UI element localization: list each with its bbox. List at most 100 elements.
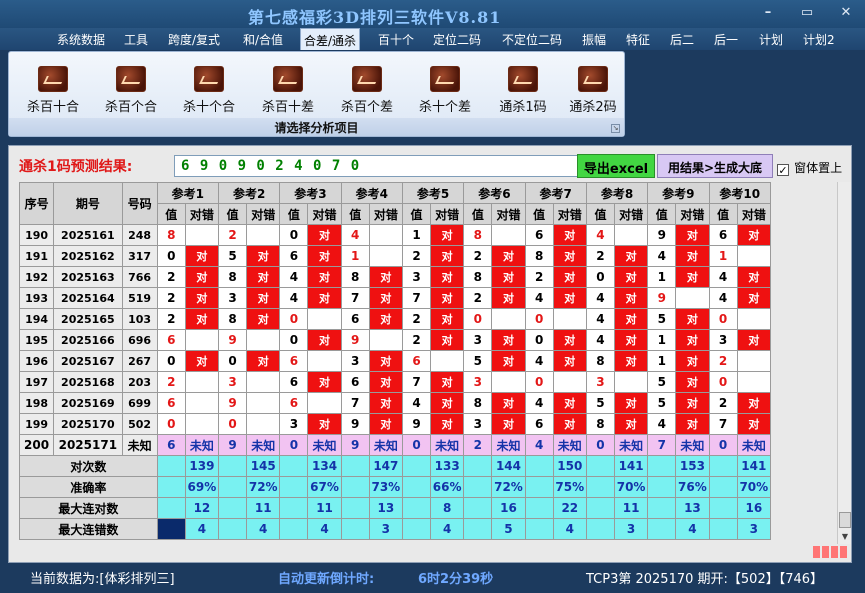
stat-value: 5 (491, 518, 526, 540)
hit-cell: 对 (614, 308, 649, 330)
value-cell: 2 (401, 329, 432, 351)
menu-item[interactable]: 定位二码 (433, 31, 481, 48)
menu-item[interactable]: 和/合值 (243, 31, 283, 48)
value-cell: 3 (217, 371, 248, 393)
stat-value: 4 (430, 518, 465, 540)
menu-item[interactable]: 跨度/复式 (168, 31, 220, 48)
ribbon-button[interactable]: 通杀1码 (487, 66, 559, 115)
hit-cell (552, 308, 587, 330)
hit-cell: 对 (430, 413, 465, 435)
ribbon-button[interactable]: 杀百十差 (252, 66, 324, 115)
maximize-icon[interactable]: ▭ (797, 5, 817, 20)
value-cell: 5 (647, 308, 677, 330)
ribbon-launcher-icon[interactable]: ↘ (611, 124, 620, 133)
menu-item[interactable]: 系统数据 (57, 31, 105, 48)
table-row[interactable]: 195 2025166 696 6 9 0 对 9 2 对 3 对 0 对 4 对 1 对 3 对 (18, 329, 772, 351)
table-row[interactable]: 193 2025164 519 2 对 3 对 4 对 7 对 7 对 2 对 4 对 4 对 9 4 对 (18, 287, 772, 309)
hit-subheader: 对错 (675, 203, 710, 225)
minimize-icon[interactable]: – (758, 5, 778, 20)
stat-value: 133 (430, 455, 465, 477)
ref-header: 参考8 (585, 182, 649, 204)
menu-item[interactable]: 合差/通杀 (300, 28, 361, 50)
stat-spacer (647, 455, 677, 477)
ribbon-button[interactable]: 杀十个合 (173, 66, 245, 115)
value-cell: 0 (217, 350, 248, 372)
unknown-cell: 未知 (675, 434, 710, 456)
stat-value: 141 (736, 455, 772, 477)
table-row[interactable]: 191 2025162 317 0 对 5 对 6 对 1 2 对 2 对 8 对 2 对 4 对 1 (18, 245, 772, 267)
hit-subheader: 对错 (736, 203, 772, 225)
latest-draw-text: TCP3第 2025170 期开:【502】【746】 (586, 572, 824, 587)
scroll-down-icon[interactable]: ▼ (838, 530, 852, 544)
stat-label: 对次数 (19, 455, 158, 477)
table-row[interactable]: 197 2025168 203 2 3 6 对 6 对 7 对 3 0 3 5 对 0 (18, 371, 772, 393)
menu-item[interactable]: 后二 (670, 31, 694, 48)
ribbon-button[interactable]: 杀百个合 (95, 66, 167, 115)
value-cell: 0 (156, 350, 186, 372)
close-icon[interactable]: ✕ (836, 5, 856, 20)
hit-subheader: 对错 (184, 203, 220, 225)
hit-cell: 对 (184, 308, 220, 330)
row-period: 2025161 (53, 224, 123, 246)
checkbox-icon[interactable]: ✓ (777, 164, 789, 176)
unknown-cell: 未知 (614, 434, 649, 456)
value-cell: 9 (217, 392, 248, 414)
ontop-checkbox[interactable]: ✓ 窗体置上 (777, 157, 842, 176)
stat-value: 16 (491, 497, 526, 519)
ribbon-button[interactable]: 通杀2码 (557, 66, 629, 115)
value-cell: 6 (279, 371, 309, 393)
value-cell: 0 (708, 308, 738, 330)
generate-base-button[interactable]: 用结果>生成大底 (657, 154, 773, 178)
value-cell: 3 (463, 413, 493, 435)
row-period: 2025170 (53, 413, 123, 435)
hit-cell (736, 350, 772, 372)
hit-cell: 对 (552, 413, 587, 435)
value-cell: 4 (279, 266, 309, 288)
hit-cell: 对 (307, 413, 342, 435)
unknown-cell: 未知 (552, 434, 587, 456)
stat-value: 145 (246, 455, 281, 477)
ribbon-button[interactable]: 杀十个差 (409, 66, 481, 115)
menu-bar: 系统数据 工具 跨度/复式 和/合值 合差/通杀 百十个 定位二码 不定位二码 振幅 特征 后二 后一… (0, 28, 865, 50)
table-row[interactable]: 190 2025161 248 8 2 0 对 4 1 对 8 6 对 4 9 对 6 对 (18, 224, 772, 246)
value-cell: 7 (401, 371, 432, 393)
stat-value: 134 (307, 455, 342, 477)
unknown-cell: 未知 (368, 434, 403, 456)
menu-item[interactable]: 工具 (124, 31, 148, 48)
menu-item[interactable]: 特征 (626, 31, 650, 48)
hit-cell: 对 (736, 329, 772, 351)
menu-item[interactable]: 后一 (714, 31, 738, 48)
table-row[interactable]: 199 2025170 502 0 0 3 对 9 对 9 对 3 对 6 对 8 对 4 对 7 对 (18, 413, 772, 435)
ribbon-button-label: 杀百十合 (26, 100, 79, 115)
value-cell: 3 (217, 287, 248, 309)
vertical-scrollbar[interactable]: ▼ (837, 182, 851, 544)
table-row[interactable]: 196 2025167 267 0 对 0 对 6 3 对 6 5 对 4 对 8 对 1 对 2 (18, 350, 772, 372)
hit-cell: 对 (614, 245, 649, 267)
ribbon-button[interactable]: 杀百十合 (17, 66, 89, 115)
hit-cell: 对 (736, 392, 772, 414)
row-number: 317 (121, 245, 158, 267)
hit-cell: 对 (736, 413, 772, 435)
prediction-value-field[interactable]: 6 9 0 9 0 2 4 0 7 0 (174, 155, 581, 177)
hit-cell: 对 (675, 392, 710, 414)
menu-item[interactable]: 计划 (759, 31, 783, 48)
table-row[interactable]: 198 2025169 699 6 9 6 7 对 4 对 8 对 4 对 5 对 5 对 2 对 (18, 392, 772, 414)
menu-item[interactable]: 振幅 (582, 31, 606, 48)
hit-cell: 对 (430, 287, 465, 309)
hit-cell: 对 (184, 266, 220, 288)
value-cell: 1 (401, 224, 432, 246)
hit-cell (614, 371, 649, 393)
table-row[interactable]: 194 2025165 103 2 对 8 对 0 6 对 2 对 0 0 4 对 5 对 0 (18, 308, 772, 330)
table-row[interactable]: 192 2025163 766 2 对 8 对 4 对 8 对 3 对 8 对 2 对 0 对 1 对 4 对 (18, 266, 772, 288)
menu-item[interactable]: 计划2 (803, 31, 835, 48)
scrollbar-thumb[interactable] (839, 512, 851, 528)
hit-cell (491, 371, 526, 393)
menu-item[interactable]: 不定位二码 (502, 31, 562, 48)
stat-value: 72% (246, 476, 281, 498)
stat-value: 4 (675, 518, 710, 540)
ribbon-button[interactable]: 杀百个差 (331, 66, 403, 115)
hit-subheader: 对错 (246, 203, 281, 225)
export-excel-button[interactable]: 导出excel (577, 154, 655, 178)
menu-item[interactable]: 百十个 (378, 31, 414, 48)
prediction-row[interactable]: 200 2025171 未知 6 未知 9 未知 0 未知 9 未知 0 未知 2 未知 4 未知 0 未知 7 未知 0… (18, 434, 772, 456)
